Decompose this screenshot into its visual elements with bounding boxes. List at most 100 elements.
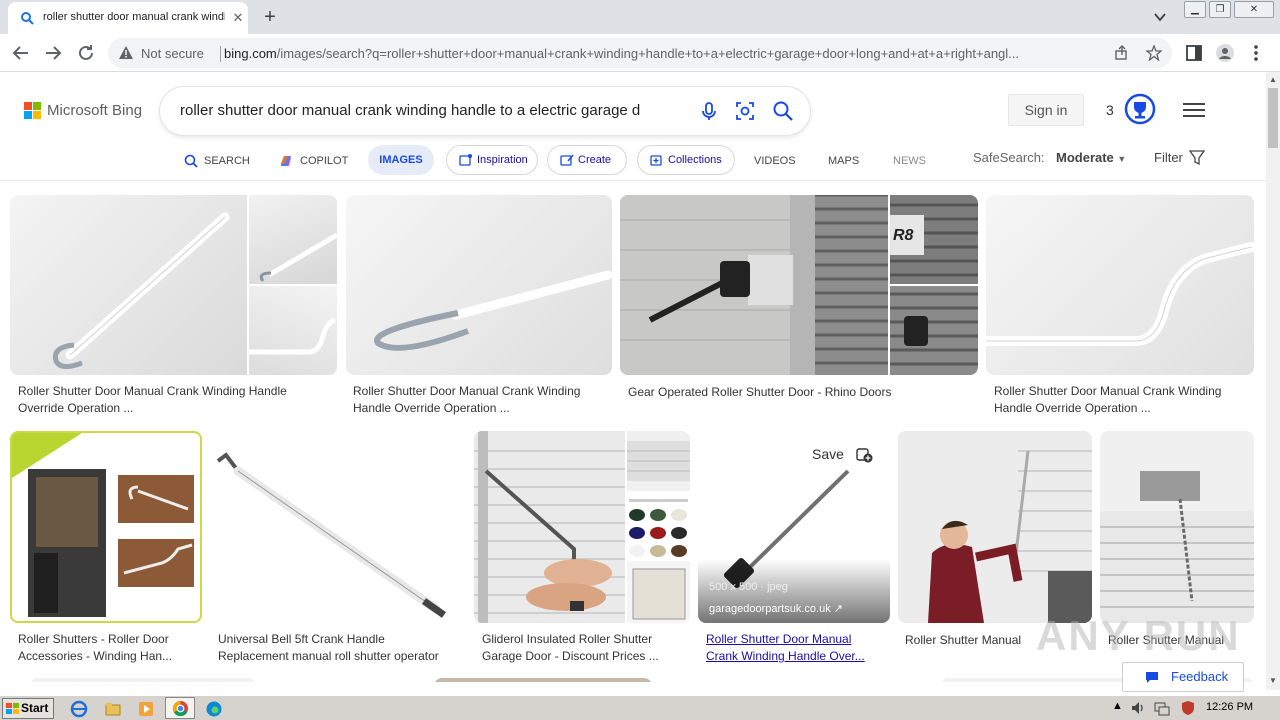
bing-logo[interactable]: Microsoft Bing xyxy=(24,101,154,121)
chrome-icon xyxy=(172,700,189,717)
image-result[interactable] xyxy=(10,195,337,375)
browser-tab[interactable]: roller shutter door manual crank winding… xyxy=(8,2,248,34)
safesearch-dropdown[interactable]: Moderate ▼ xyxy=(1056,150,1126,165)
scope-search[interactable]: SEARCH xyxy=(184,151,250,171)
scope-copilot[interactable]: COPILOT xyxy=(279,151,348,171)
taskbar-clock[interactable]: 12:26 PM xyxy=(1206,701,1253,713)
save-button[interactable]: Save xyxy=(798,439,880,469)
restore-button[interactable]: ❐ xyxy=(1209,1,1231,18)
result-caption-line1[interactable]: Roller Shutter Door Manual Crank Winding xyxy=(994,383,1221,400)
save-label: Save xyxy=(812,446,844,462)
image-thumbnail xyxy=(10,195,247,375)
image-result[interactable] xyxy=(1100,431,1254,623)
scrollbar-thumb[interactable] xyxy=(1268,88,1278,148)
edge-icon[interactable] xyxy=(205,700,223,718)
scroll-down-icon[interactable]: ▼ xyxy=(1269,676,1277,685)
window-close-button[interactable]: ✕ xyxy=(1234,1,1274,18)
rewards-count[interactable]: 3 xyxy=(1106,102,1114,118)
result-caption-line1[interactable]: Roller Shutter Door Manual xyxy=(706,631,851,648)
image-result[interactable] xyxy=(474,431,690,623)
image-result[interactable] xyxy=(210,431,466,623)
image-result-hovered[interactable]: Save 500 x 500 · jpeg garagedoorpartsuk.… xyxy=(698,431,890,623)
back-arrow-icon[interactable] xyxy=(10,42,32,64)
result-caption-line1[interactable]: Gear Operated Roller Shutter Door - Rhin… xyxy=(628,384,891,401)
media-player-icon[interactable] xyxy=(137,700,155,718)
scope-news[interactable]: NEWS xyxy=(893,151,926,171)
share-icon[interactable] xyxy=(1114,45,1130,61)
new-tab-button[interactable]: + xyxy=(260,7,280,27)
result-caption-line2[interactable]: Handle Override Operation ... xyxy=(994,400,1151,417)
scope-collections[interactable]: Collections xyxy=(637,145,735,175)
bookmark-star-icon[interactable] xyxy=(1146,45,1162,61)
image-result[interactable] xyxy=(346,195,612,375)
scope-images[interactable]: IMAGES xyxy=(368,145,434,175)
result-caption-line2[interactable]: Accessories - Winding Han... xyxy=(18,648,172,665)
r8-label: R8 xyxy=(893,227,914,244)
search-input[interactable]: roller shutter door manual crank winding… xyxy=(180,102,650,122)
result-caption-line1[interactable]: Roller Shutter Door Manual Crank Winding… xyxy=(18,383,287,400)
kebab-menu-icon[interactable] xyxy=(1246,43,1266,63)
scope-inspiration[interactable]: Inspiration xyxy=(446,145,538,175)
result-caption-line1[interactable]: Roller Shutter Manual xyxy=(905,632,1021,649)
scope-create[interactable]: Create xyxy=(547,145,627,175)
forward-arrow-icon[interactable] xyxy=(42,42,64,64)
scope-bar: SEARCH COPILOT IMAGES Inspiration Create… xyxy=(0,143,1266,179)
url-text[interactable]: bing.com/images/search?q=roller+shutter+… xyxy=(224,46,1104,63)
hamburger-menu-icon[interactable] xyxy=(1183,101,1205,119)
address-bar[interactable]: Not secure bing.com/images/search?q=roll… xyxy=(108,38,1172,68)
browser-toolbar: Not secure bing.com/images/search?q=roll… xyxy=(0,34,1280,72)
result-caption-line2[interactable]: Garage Door - Discount Prices ... xyxy=(482,648,659,665)
side-panel-icon[interactable] xyxy=(1184,43,1204,63)
tab-close-icon[interactable]: ✕ xyxy=(230,10,246,26)
result-caption-line2[interactable]: Handle Override Operation ... xyxy=(353,400,510,417)
image-result[interactable] xyxy=(898,431,1092,623)
search-icon[interactable] xyxy=(772,100,794,122)
chevron-down-icon: ▼ xyxy=(1117,154,1127,164)
result-caption-line1[interactable]: Roller Shutter Door Manual Crank Winding xyxy=(353,383,580,400)
feedback-label: Feedback xyxy=(1171,669,1229,684)
reload-icon[interactable] xyxy=(75,42,97,64)
vertical-scrollbar[interactable]: ▲ ▼ xyxy=(1266,72,1280,690)
result-caption-line2[interactable]: Replacement manual roll shutter operator xyxy=(218,648,439,665)
windows-logo-icon xyxy=(6,703,19,714)
internet-explorer-icon[interactable] xyxy=(70,700,88,718)
image-result[interactable] xyxy=(986,195,1254,375)
image-result[interactable]: R8 xyxy=(620,195,978,375)
image-thumbnail xyxy=(627,561,690,623)
file-explorer-icon[interactable] xyxy=(104,700,122,718)
inspiration-icon xyxy=(459,154,472,166)
url-path: /images/search?q=roller+shutter+door+man… xyxy=(276,46,1020,61)
scope-collections-label: Collections xyxy=(668,154,722,166)
tab-search-chevron-icon[interactable] xyxy=(1152,9,1168,25)
start-button[interactable]: Start xyxy=(2,698,54,719)
scroll-up-icon[interactable]: ▲ xyxy=(1269,75,1277,84)
image-result-partial[interactable] xyxy=(30,678,256,682)
search-box[interactable]: roller shutter door manual crank winding… xyxy=(160,87,810,135)
rewards-trophy-icon[interactable] xyxy=(1124,93,1156,125)
scope-videos[interactable]: VIDEOS xyxy=(754,151,796,171)
result-caption-line1[interactable]: Gliderol Insulated Roller Shutter xyxy=(482,631,652,648)
result-caption-line1[interactable]: Universal Bell 5ft Crank Handle xyxy=(218,631,385,648)
warning-triangle-icon[interactable] xyxy=(118,45,134,61)
security-shield-icon[interactable] xyxy=(1180,700,1196,716)
sign-in-button[interactable]: Sign in xyxy=(1008,94,1084,126)
volume-icon[interactable] xyxy=(1130,700,1146,716)
result-caption-line2[interactable]: Override Operation ... xyxy=(18,400,133,417)
result-caption-line1[interactable]: Roller Shutters - Roller Door xyxy=(18,631,169,648)
visual-search-icon[interactable] xyxy=(734,100,756,122)
tray-expand-icon[interactable]: ▲ xyxy=(1112,700,1123,712)
profile-avatar-icon[interactable] xyxy=(1215,43,1235,63)
microphone-icon[interactable] xyxy=(698,100,720,122)
result-caption-line2[interactable]: Crank Winding Handle Over... xyxy=(706,648,865,665)
minimize-button[interactable]: ▁ xyxy=(1184,1,1206,18)
image-result-partial[interactable] xyxy=(434,678,652,682)
scope-maps[interactable]: MAPS xyxy=(828,151,859,171)
chrome-taskbar-button[interactable] xyxy=(165,697,195,719)
network-icon[interactable] xyxy=(1154,700,1170,716)
not-secure-label[interactable]: Not secure xyxy=(141,46,204,61)
image-source-domain[interactable]: garagedoorpartsuk.co.uk ↗ xyxy=(709,602,843,615)
feedback-button[interactable]: Feedback xyxy=(1122,662,1244,692)
filter-button[interactable]: Filter xyxy=(1154,150,1205,166)
feedback-chat-icon xyxy=(1146,672,1158,683)
image-result[interactable] xyxy=(10,431,202,623)
